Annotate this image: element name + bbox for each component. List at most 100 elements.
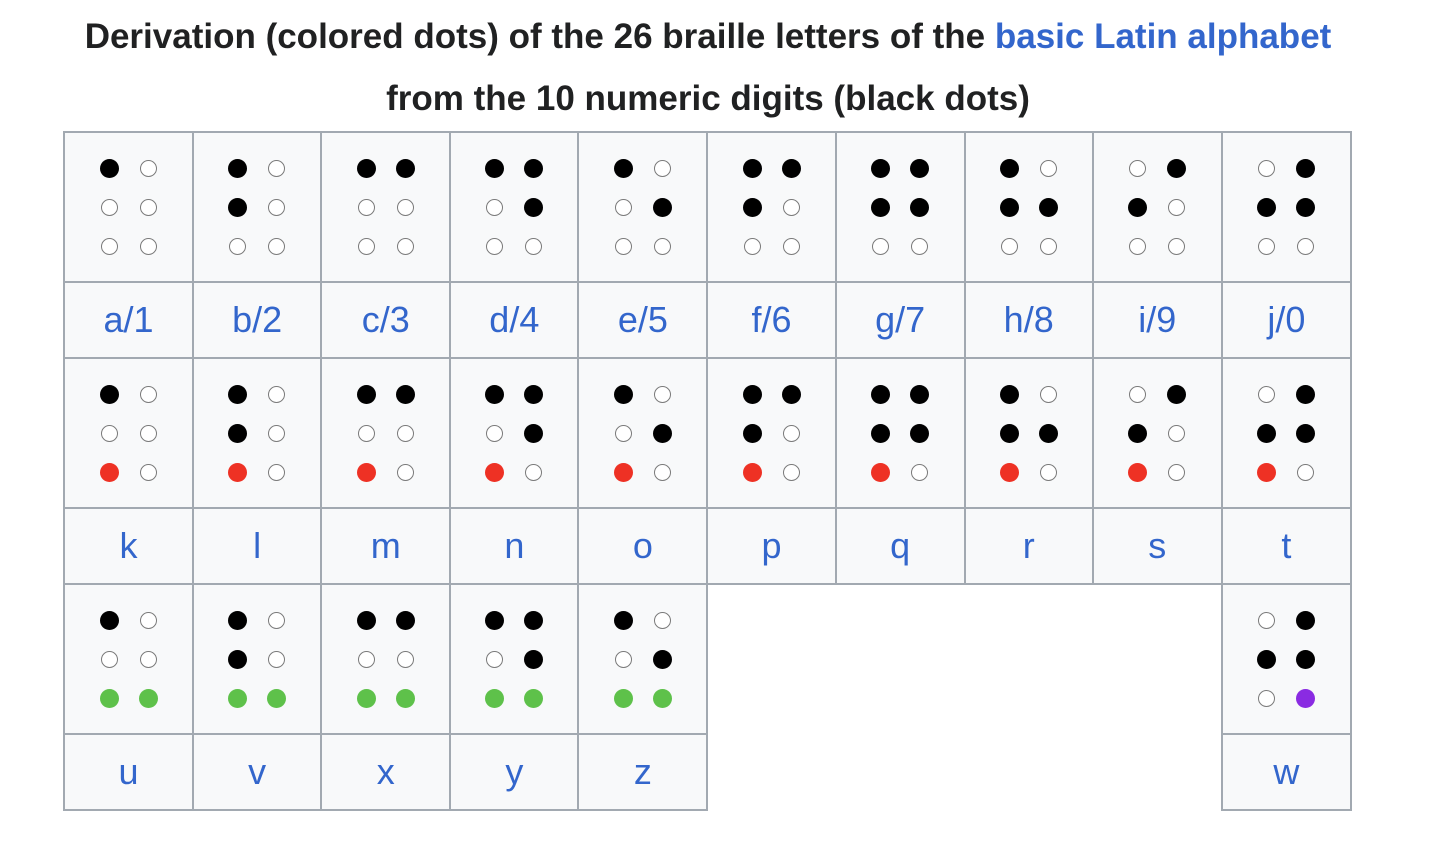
- letter-link[interactable]: q: [890, 526, 910, 566]
- letter-link[interactable]: u: [119, 752, 139, 792]
- black-dot-icon: [652, 423, 672, 443]
- letter-link[interactable]: m: [371, 526, 401, 566]
- braille-dot-grid: [1257, 384, 1316, 482]
- black-dot-icon: [228, 158, 248, 178]
- empty-dot-icon: [653, 159, 671, 177]
- empty-dot-icon: [1039, 385, 1057, 403]
- black-dot-icon: [781, 158, 801, 178]
- empty-dot-icon: [268, 463, 286, 481]
- letter-link[interactable]: x: [377, 752, 395, 792]
- braille-cell-e-5: [577, 131, 709, 283]
- black-dot-icon: [742, 423, 762, 443]
- letter-link[interactable]: f/6: [752, 300, 792, 340]
- letter-link[interactable]: b/2: [232, 300, 282, 340]
- basic-latin-alphabet-link[interactable]: basic Latin alphabet: [995, 17, 1331, 56]
- black-dot-icon: [99, 384, 119, 404]
- red-dot-icon: [1257, 462, 1277, 482]
- black-dot-icon: [524, 384, 544, 404]
- green-dot-icon: [652, 688, 672, 708]
- empty-dot-icon: [139, 237, 157, 255]
- empty-dot-icon: [268, 237, 286, 255]
- letter-link[interactable]: o: [633, 526, 653, 566]
- braille-dot-grid: [1128, 158, 1187, 256]
- black-dot-icon: [1038, 423, 1058, 443]
- empty-dot-icon: [525, 237, 543, 255]
- red-dot-icon: [871, 462, 891, 482]
- braille-dot-grid: [485, 158, 544, 256]
- braille-cell-v: [192, 583, 323, 735]
- letter-link[interactable]: t: [1281, 526, 1291, 566]
- empty-dot-icon: [1000, 237, 1018, 255]
- empty-dot-icon: [486, 237, 504, 255]
- braille-cell-row: [62, 131, 1353, 283]
- label-row: k l m n o p q r s t: [62, 507, 1353, 585]
- letter-link[interactable]: j/0: [1267, 300, 1305, 340]
- empty-dot-icon: [396, 463, 414, 481]
- black-dot-icon: [228, 423, 248, 443]
- letter-link[interactable]: i/9: [1138, 300, 1176, 340]
- letter-label-cell: n: [449, 507, 580, 585]
- braille-cell-d-4: [449, 131, 580, 283]
- empty-dot-icon: [486, 424, 504, 442]
- black-dot-icon: [228, 197, 248, 217]
- braille-dot-grid: [999, 158, 1058, 256]
- letter-label-cell: d/4: [449, 281, 580, 359]
- green-dot-icon: [524, 688, 544, 708]
- green-dot-icon: [138, 688, 158, 708]
- empty-dot-icon: [782, 463, 800, 481]
- letter-link[interactable]: g/7: [875, 300, 925, 340]
- label-row: a/1 b/2 c/3 d/4 e/5 f/6 g/7 h/8 i/9 j/0: [62, 281, 1353, 359]
- braille-cell-u: [62, 583, 195, 735]
- letter-link[interactable]: r: [1023, 526, 1035, 566]
- black-dot-icon: [613, 158, 633, 178]
- black-dot-icon: [910, 197, 930, 217]
- braille-cell-h-8: [963, 131, 1094, 283]
- letter-label-cell: h/8: [963, 281, 1094, 359]
- braille-dot-grid: [1257, 158, 1316, 256]
- letter-link[interactable]: v: [248, 752, 266, 792]
- black-dot-icon: [356, 158, 376, 178]
- letter-link[interactable]: y: [505, 752, 523, 792]
- letter-link[interactable]: k: [120, 526, 138, 566]
- black-dot-icon: [1296, 649, 1316, 669]
- black-dot-icon: [1038, 197, 1058, 217]
- empty-dot-icon: [1129, 159, 1147, 177]
- letter-label-cell: y: [449, 733, 580, 811]
- black-dot-icon: [742, 158, 762, 178]
- red-dot-icon: [228, 462, 248, 482]
- letter-link[interactable]: a/1: [104, 300, 154, 340]
- braille-dot-grid: [228, 158, 286, 256]
- letter-link[interactable]: d/4: [489, 300, 539, 340]
- black-dot-icon: [524, 423, 544, 443]
- empty-dot-icon: [653, 463, 671, 481]
- letter-link[interactable]: s: [1148, 526, 1166, 566]
- empty-dot-icon: [1168, 198, 1186, 216]
- letter-label-cell: e/5: [577, 281, 709, 359]
- letter-link[interactable]: n: [504, 526, 524, 566]
- letter-link[interactable]: h/8: [1004, 300, 1054, 340]
- letter-link[interactable]: e/5: [618, 300, 668, 340]
- empty-dot-icon: [872, 237, 890, 255]
- braille-dot-grid: [742, 158, 801, 256]
- braille-cell-m: [320, 357, 452, 509]
- letter-label-cell: r: [963, 507, 1094, 585]
- black-dot-icon: [1257, 649, 1277, 669]
- black-dot-icon: [910, 158, 930, 178]
- braille-cell-w: [1220, 583, 1353, 735]
- letter-link[interactable]: p: [762, 526, 782, 566]
- braille-cell-x: [320, 583, 452, 735]
- empty-dot-icon: [229, 237, 247, 255]
- braille-cell-a-1: [62, 131, 195, 283]
- letter-link[interactable]: z: [634, 752, 652, 792]
- letter-link[interactable]: w: [1273, 752, 1299, 792]
- braille-dot-grid: [613, 610, 672, 708]
- braille-dot-grid: [999, 384, 1058, 482]
- empty-dot-icon: [1039, 237, 1057, 255]
- empty-dot-icon: [653, 237, 671, 255]
- letter-label-cell: v: [192, 733, 323, 811]
- letter-link[interactable]: c/3: [362, 300, 410, 340]
- letter-link[interactable]: l: [253, 526, 261, 566]
- braille-cell-o: [577, 357, 709, 509]
- black-dot-icon: [1167, 158, 1187, 178]
- green-dot-icon: [395, 688, 415, 708]
